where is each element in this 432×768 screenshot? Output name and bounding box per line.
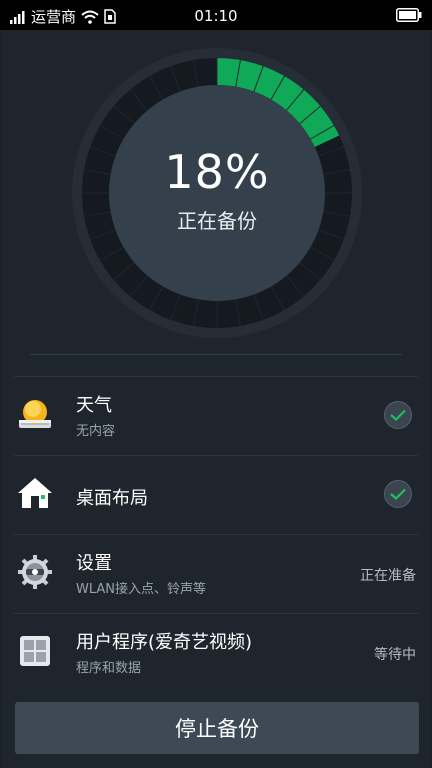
item-subtitle: 无内容 [76, 424, 116, 439]
check-icon [384, 480, 412, 508]
progress-status: 正在备份 [177, 208, 257, 233]
list-item-desktop-layout: 桌面布局 [14, 455, 418, 534]
item-status: 正在准备 [360, 568, 416, 584]
item-status: 等待中 [374, 647, 416, 663]
list-item-settings: 设置 WLAN接入点、铃声等 正在准备 [14, 534, 418, 613]
clock: 01:10 [194, 7, 238, 25]
status-bar: 运营商 01:10 [0, 0, 432, 30]
stop-backup-button[interactable]: 停止备份 [15, 702, 419, 754]
item-subtitle: WLAN接入点、铃声等 [76, 582, 207, 597]
divider [30, 354, 402, 355]
item-title: 天气 [76, 395, 112, 416]
list-item-user-apps: 用户程序(爱奇艺视频) 程序和数据 等待中 [14, 613, 418, 692]
gear-icon [18, 555, 52, 589]
home-icon [18, 478, 52, 508]
weather-icon [19, 400, 51, 428]
backup-screen: 18% 正在备份 天气 无内容 桌面布局 设置 WLAN接入点、铃声等 正在准备… [2, 30, 430, 768]
progress-percent: 18% [164, 144, 270, 199]
apps-grid-icon [20, 636, 50, 666]
item-subtitle: 程序和数据 [76, 661, 142, 676]
gauge-center: 18% 正在备份 [109, 85, 325, 301]
item-title: 设置 [76, 553, 112, 574]
item-title: 桌面布局 [76, 488, 148, 509]
progress-gauge: 18% 正在备份 [72, 48, 362, 338]
check-icon [384, 401, 412, 429]
battery-icon [396, 8, 422, 26]
item-title: 用户程序(爱奇艺视频) [76, 632, 253, 653]
backup-item-list: 天气 无内容 桌面布局 设置 WLAN接入点、铃声等 正在准备 用户程序(爱奇艺… [2, 376, 430, 692]
list-item-weather: 天气 无内容 [14, 376, 418, 455]
